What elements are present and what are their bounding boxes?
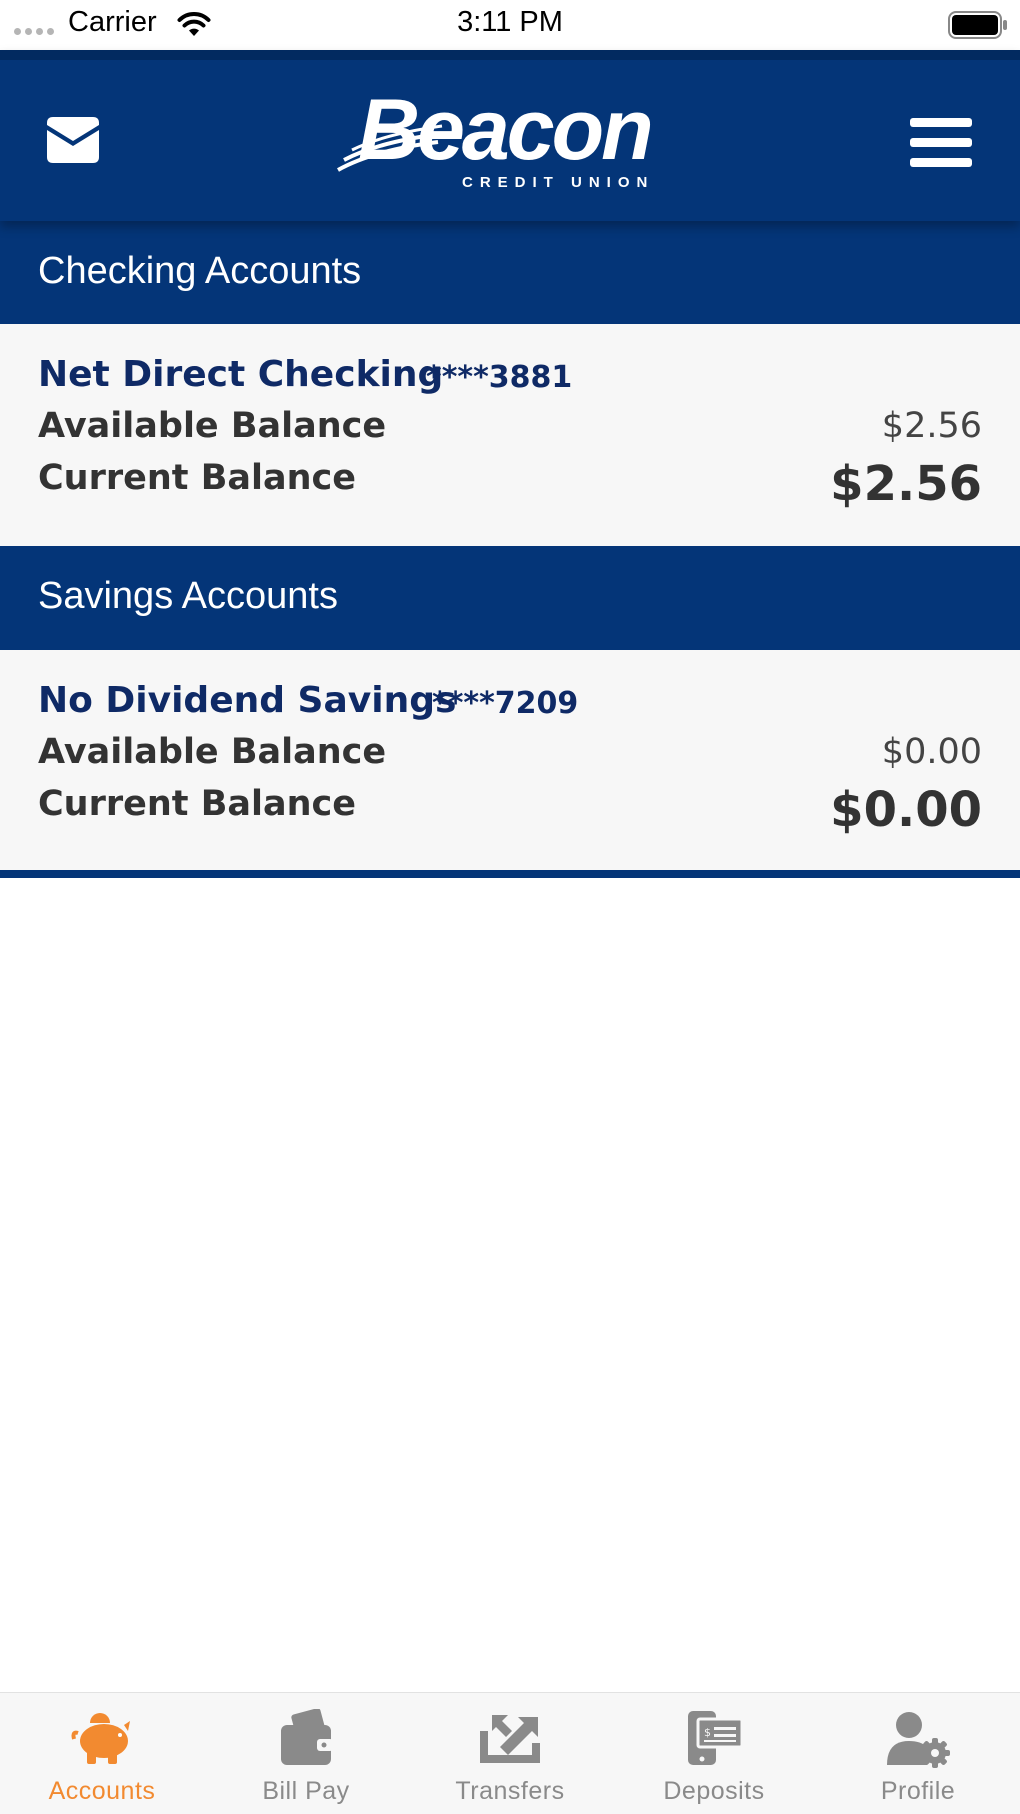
section-header-checking: Checking Accounts [0, 221, 1020, 324]
account-name: Net Direct Checking [38, 354, 444, 395]
current-balance-label: Current Balance [38, 784, 357, 824]
available-balance-value: $0.00 [881, 732, 982, 772]
tab-accounts[interactable]: Accounts [0, 1693, 204, 1814]
tab-label: Deposits [663, 1777, 765, 1805]
tab-label: Profile [880, 1777, 956, 1805]
mail-icon[interactable] [47, 117, 99, 163]
tab-profile[interactable]: Profile [816, 1693, 1020, 1814]
tab-bar: Accounts Bill Pay Transfers $ Deposits P… [0, 1692, 1020, 1814]
tab-deposits[interactable]: $ Deposits [612, 1693, 816, 1814]
tab-label: Bill Pay [262, 1777, 350, 1805]
wallet-icon [281, 1709, 333, 1765]
current-balance-value: $2.56 [830, 456, 982, 512]
available-balance-value: $2.56 [881, 406, 982, 446]
account-card-savings[interactable]: No Dividend Savings ****7209 Available B… [0, 650, 1020, 870]
transfer-arrows-icon [480, 1715, 540, 1763]
section-header-savings: Savings Accounts [0, 546, 1020, 650]
battery-icon [948, 11, 1007, 39]
beacon-logo: Beacon CREDIT UNION [334, 80, 674, 210]
logo-subtext: CREDIT UNION [462, 174, 655, 191]
section-title: Savings Accounts [38, 575, 338, 617]
status-time: 3:11 PM [457, 6, 563, 38]
tab-bill-pay[interactable]: Bill Pay [204, 1693, 408, 1814]
tab-label: Accounts [48, 1777, 156, 1805]
hamburger-menu-icon[interactable] [910, 116, 972, 168]
app-header: Beacon CREDIT UNION [0, 50, 1020, 221]
section-divider [0, 870, 1020, 878]
current-balance-value: $0.00 [830, 782, 982, 838]
piggy-bank-icon [71, 1713, 130, 1764]
tab-transfers[interactable]: Transfers [408, 1693, 612, 1814]
section-title: Checking Accounts [38, 250, 362, 292]
account-number: ****7209 [432, 686, 579, 721]
current-balance-label: Current Balance [38, 458, 357, 498]
account-name: No Dividend Savings [38, 680, 457, 721]
available-balance-label: Available Balance [38, 406, 387, 446]
user-settings-icon [887, 1712, 950, 1768]
logo-wordmark: Beacon [358, 82, 654, 178]
status-bar: Carrier 3:11 PM [0, 0, 1020, 50]
svg-text:$: $ [704, 1726, 711, 1739]
tab-label: Transfers [455, 1777, 565, 1805]
mobile-check-deposit-icon: $ [688, 1711, 744, 1765]
account-card-checking[interactable]: Net Direct Checking ****3881 Available B… [0, 324, 1020, 546]
available-balance-label: Available Balance [38, 732, 387, 772]
account-number: ****3881 [426, 360, 573, 395]
